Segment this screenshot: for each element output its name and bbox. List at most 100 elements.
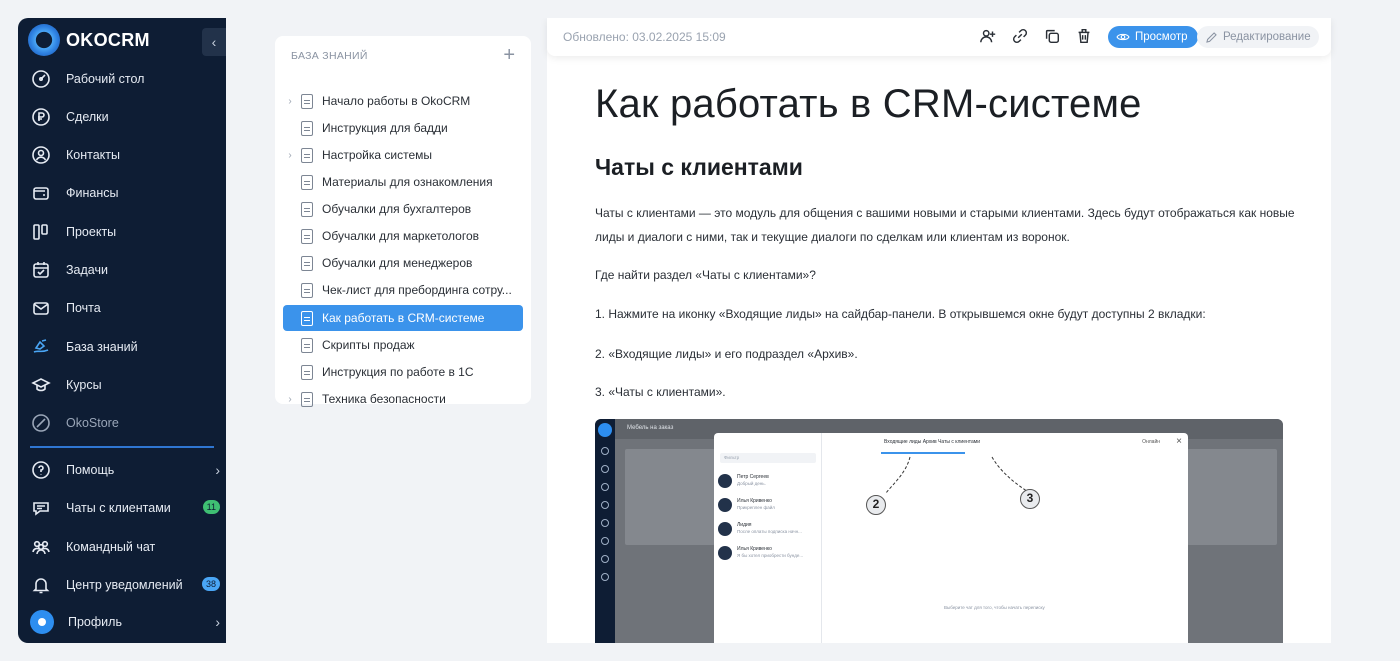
tree-item-label: Инструкция для бадди — [322, 121, 448, 135]
brand[interactable]: OKOCRM — [26, 24, 226, 56]
trash-icon[interactable] — [1075, 27, 1095, 47]
tree-item[interactable]: Инструкция по работе в 1С — [283, 359, 523, 385]
article-section-heading: Чаты с клиентами — [595, 154, 803, 180]
tree-item-label: Инструкция по работе в 1С — [322, 365, 474, 379]
add-user-icon[interactable] — [979, 27, 999, 47]
tree-item-active[interactable]: Как работать в CRM-системе — [283, 305, 523, 331]
screenshot-chat-msg: Добрый день. — [737, 481, 766, 486]
collapse-sidebar-button[interactable]: ‹ — [202, 28, 226, 56]
document-icon — [301, 282, 313, 298]
document-icon — [301, 120, 313, 136]
bell-icon — [30, 574, 52, 596]
edit-mode-button[interactable]: Редактирование — [1197, 26, 1319, 48]
screenshot-column — [1187, 449, 1277, 545]
link-icon[interactable] — [1011, 27, 1031, 47]
document-icon — [301, 255, 313, 271]
tree-item-label: Обучалки для бухгалтеров — [322, 202, 472, 216]
tree-item[interactable]: Обучалки для бухгалтеров — [283, 196, 523, 222]
nav-item-mail[interactable]: Почта — [30, 293, 220, 323]
document-icon — [301, 93, 313, 109]
tree-item-label: Настройка системы — [322, 148, 433, 162]
document-icon — [301, 391, 313, 407]
nav-item-okostore[interactable]: OkoStore — [30, 408, 220, 438]
tree-item[interactable]: › Начало работы в OkoCRM — [283, 88, 523, 114]
screenshot-chat-name: Илья Кривенко — [737, 546, 772, 552]
copy-icon[interactable] — [1043, 27, 1063, 47]
view-mode-button[interactable]: Просмотр — [1108, 26, 1198, 48]
screenshot-chat-msg: После оплаты подписка начн... — [737, 529, 802, 534]
nav-label: Профиль — [68, 615, 122, 629]
nav-item-courses[interactable]: Курсы — [30, 370, 220, 400]
chevron-right-icon[interactable]: › — [283, 150, 297, 161]
tree-item[interactable]: Обучалки для маркетологов — [283, 223, 523, 249]
nav-item-dashboard[interactable]: Рабочий стол — [30, 64, 220, 94]
screenshot-online-status: Онлайн — [1142, 439, 1160, 445]
tree-item-label: Начало работы в OkoCRM — [322, 94, 471, 108]
nav-item-client-chats[interactable]: Чаты с клиентами 11 — [30, 493, 220, 523]
screenshot-chat-name: Петр Сергеев — [737, 474, 769, 480]
store-icon — [30, 412, 52, 434]
document-icon — [301, 337, 313, 353]
logo-icon — [28, 24, 60, 56]
add-article-button[interactable]: + — [503, 44, 515, 67]
screenshot-title: Мебель на заказ — [627, 425, 674, 431]
screenshot-column — [625, 449, 715, 545]
eye-icon — [1116, 33, 1130, 41]
edit-mode-label: Редактирование — [1223, 31, 1311, 43]
dashboard-icon — [30, 68, 52, 90]
nav-label: Командный чат — [66, 540, 156, 554]
courses-icon — [30, 374, 52, 396]
nav-item-finance[interactable]: Финансы — [30, 178, 220, 208]
brand-name: OKOCRM — [66, 30, 150, 50]
team-icon — [30, 536, 52, 558]
screenshot-tabs: Входящие лиды Архив Чаты с клиентами — [884, 439, 981, 445]
projects-icon — [30, 221, 52, 243]
nav-item-notifications[interactable]: Центр уведомлений 38 — [30, 570, 220, 600]
nav-label: Чаты с клиентами — [66, 501, 171, 515]
nav-label: Центр уведомлений — [66, 578, 183, 592]
chevron-right-icon: › — [215, 614, 220, 630]
callout-3: 3 — [1020, 489, 1040, 509]
nav-label: Рабочий стол — [66, 72, 145, 86]
tree-item[interactable]: › Настройка системы — [283, 142, 523, 168]
nav-label: Проекты — [66, 225, 117, 239]
tree-item-label: Скрипты продаж — [322, 338, 415, 352]
nav-item-tasks[interactable]: Задачи — [30, 255, 220, 285]
nav-item-team-chat[interactable]: Командный чат — [30, 532, 220, 562]
nav-label: Почта — [66, 301, 101, 315]
tasks-icon — [30, 259, 52, 281]
nav-item-profile[interactable]: Профиль › — [30, 607, 220, 637]
callout-2: 2 — [866, 495, 886, 515]
document-icon — [301, 147, 313, 163]
tree-item[interactable]: Материалы для ознакомления — [283, 169, 523, 195]
screenshot-chat-list: Фильтр Петр Сергеев Добрый день. Илья Кри… — [714, 433, 822, 643]
nav-label: Сделки — [66, 110, 109, 124]
nav-item-help[interactable]: Помощь › — [30, 455, 220, 485]
document-icon — [301, 228, 313, 244]
nav-item-projects[interactable]: Проекты — [30, 217, 220, 247]
screenshot-chat-name: Лидия — [737, 522, 752, 528]
document-icon — [301, 364, 313, 380]
chevron-right-icon[interactable]: › — [283, 394, 297, 405]
tree-item-label: Обучалки для маркетологов — [322, 229, 479, 243]
updated-timestamp: Обновлено: 03.02.2025 15:09 — [563, 30, 726, 44]
app-window: OKOCRM ‹ Рабочий стол Сделки Контакты Фи… — [18, 18, 1382, 643]
nav-label: Контакты — [66, 148, 120, 162]
tree-item[interactable]: Скрипты продаж — [283, 332, 523, 358]
tree-item-label: Материалы для ознакомления — [322, 175, 493, 189]
tree-item[interactable]: Чек-лист для пребординга сотру... — [283, 277, 523, 303]
nav-item-knowledge-base[interactable]: База знаний — [30, 332, 220, 362]
nav-item-contacts[interactable]: Контакты — [30, 140, 220, 170]
pencil-icon — [1206, 31, 1217, 43]
notifications-badge: 38 — [201, 577, 220, 591]
tree-item[interactable]: Инструкция для бадди — [283, 115, 523, 141]
tree-item[interactable]: Обучалки для менеджеров — [283, 250, 523, 276]
screenshot-chat-name: Илья Кривенко — [737, 498, 772, 504]
tree-item-label: Обучалки для менеджеров — [322, 256, 473, 270]
chevron-right-icon[interactable]: › — [283, 96, 297, 107]
nav-item-deals[interactable]: Сделки — [30, 102, 220, 132]
tree-item-label: Как работать в CRM-системе — [322, 311, 485, 325]
knowledge-tree: БАЗА ЗНАНИЙ + › Начало работы в OkoCRM Ин… — [275, 36, 531, 407]
nav-label: OkoStore — [66, 416, 119, 430]
tree-item[interactable]: › Техника безопасности — [283, 386, 523, 412]
